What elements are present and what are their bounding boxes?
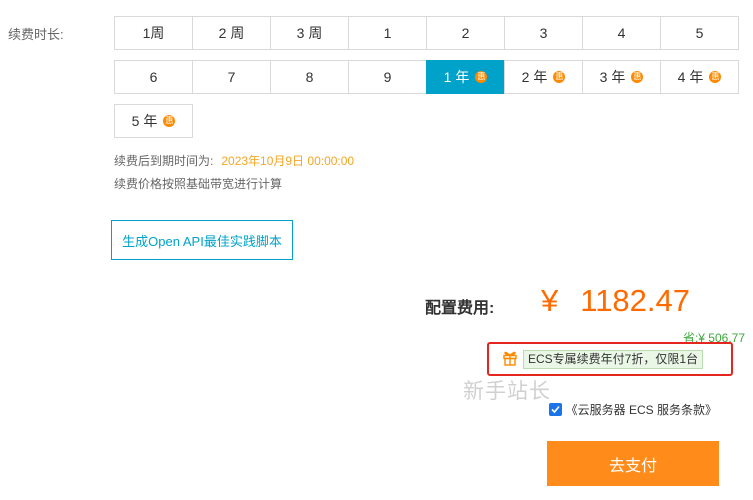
- option-label: 5: [695, 25, 704, 41]
- terms-link[interactable]: 《云服务器 ECS 服务条款》: [566, 401, 717, 418]
- duration-option-9-months[interactable]: 9: [348, 60, 427, 94]
- check-icon: [551, 405, 560, 414]
- option-label: 1 年: [443, 69, 470, 85]
- option-label: 3 年: [599, 69, 626, 85]
- watermark: 新手站长: [463, 380, 551, 403]
- option-label: 3: [539, 25, 548, 41]
- duration-option-4-months[interactable]: 4: [582, 16, 661, 50]
- currency-symbol: ¥: [541, 283, 559, 318]
- option-label: 8: [305, 69, 314, 85]
- pay-button[interactable]: 去支付: [547, 441, 719, 486]
- agreement-checkbox[interactable]: [548, 403, 562, 416]
- gift-icon: [503, 351, 517, 366]
- duration-option-5-years[interactable]: 5 年惠: [114, 104, 193, 138]
- promo-tag: ECS专属续费年付7折，仅限1台: [523, 350, 704, 369]
- duration-option-2-months[interactable]: 2: [426, 16, 505, 50]
- duration-row-2: 6 7 8 9 1 年惠 2 年惠 3 年惠 4 年惠: [114, 60, 739, 94]
- option-label: 1周: [142, 25, 165, 41]
- duration-option-3-months[interactable]: 3: [504, 16, 583, 50]
- fee-label: 配置费用:: [425, 300, 495, 317]
- discount-icon: 惠: [553, 71, 566, 83]
- option-label: 9: [383, 69, 392, 85]
- option-label: 2: [461, 25, 470, 41]
- duration-option-8-months[interactable]: 8: [270, 60, 349, 94]
- duration-option-7-months[interactable]: 7: [192, 60, 271, 94]
- duration-row-1: 1周 2 周 3 周 1 2 3 4 5: [114, 16, 739, 50]
- discount-icon: 惠: [631, 71, 644, 83]
- option-label: 4: [617, 25, 626, 41]
- price-display: ¥1182.47: [541, 283, 690, 319]
- renewal-page: 续费时长: 1周 2 周 3 周 1 2 3 4 5 6 7 8 9 1 年惠 …: [0, 0, 753, 500]
- option-label: 4 年: [677, 69, 704, 85]
- option-label: 6: [149, 69, 158, 85]
- option-label: 2 周: [218, 25, 245, 41]
- duration-row-3: 5 年惠: [114, 104, 193, 138]
- agreement-row: 《云服务器 ECS 服务条款》: [548, 401, 717, 418]
- expire-label: 续费后到期时间为:: [114, 154, 214, 168]
- expire-date: 2023年10月9日 00:00:00: [221, 154, 355, 168]
- option-label: 5 年: [131, 113, 158, 129]
- duration-option-2-years[interactable]: 2 年惠: [504, 60, 583, 94]
- price-amount: 1182.47: [580, 283, 691, 318]
- duration-option-1-year[interactable]: 1 年惠: [426, 60, 505, 94]
- duration-option-1-week[interactable]: 1周: [114, 16, 193, 50]
- option-label: 1: [383, 25, 392, 41]
- duration-option-3-years[interactable]: 3 年惠: [582, 60, 661, 94]
- promo-highlight-box: ECS专属续费年付7折，仅限1台: [487, 342, 733, 376]
- duration-option-5-months[interactable]: 5: [660, 16, 739, 50]
- option-label: 2 年: [521, 69, 548, 85]
- duration-label: 续费时长:: [8, 27, 64, 42]
- price-note: 续费价格按照基础带宽进行计算: [114, 177, 283, 191]
- option-label: 7: [227, 69, 236, 85]
- expire-info: 续费后到期时间为: 2023年10月9日 00:00:00: [114, 152, 354, 169]
- option-label: 3 周: [296, 25, 323, 41]
- duration-option-6-months[interactable]: 6: [114, 60, 193, 94]
- discount-icon: 惠: [475, 71, 488, 83]
- discount-icon: 惠: [163, 115, 176, 127]
- discount-icon: 惠: [709, 71, 722, 83]
- duration-option-1-month[interactable]: 1: [348, 16, 427, 50]
- duration-option-4-years[interactable]: 4 年惠: [660, 60, 739, 94]
- generate-api-script-button[interactable]: 生成Open API最佳实践脚本: [111, 220, 293, 260]
- duration-option-3-weeks[interactable]: 3 周: [270, 16, 349, 50]
- duration-option-2-weeks[interactable]: 2 周: [192, 16, 271, 50]
